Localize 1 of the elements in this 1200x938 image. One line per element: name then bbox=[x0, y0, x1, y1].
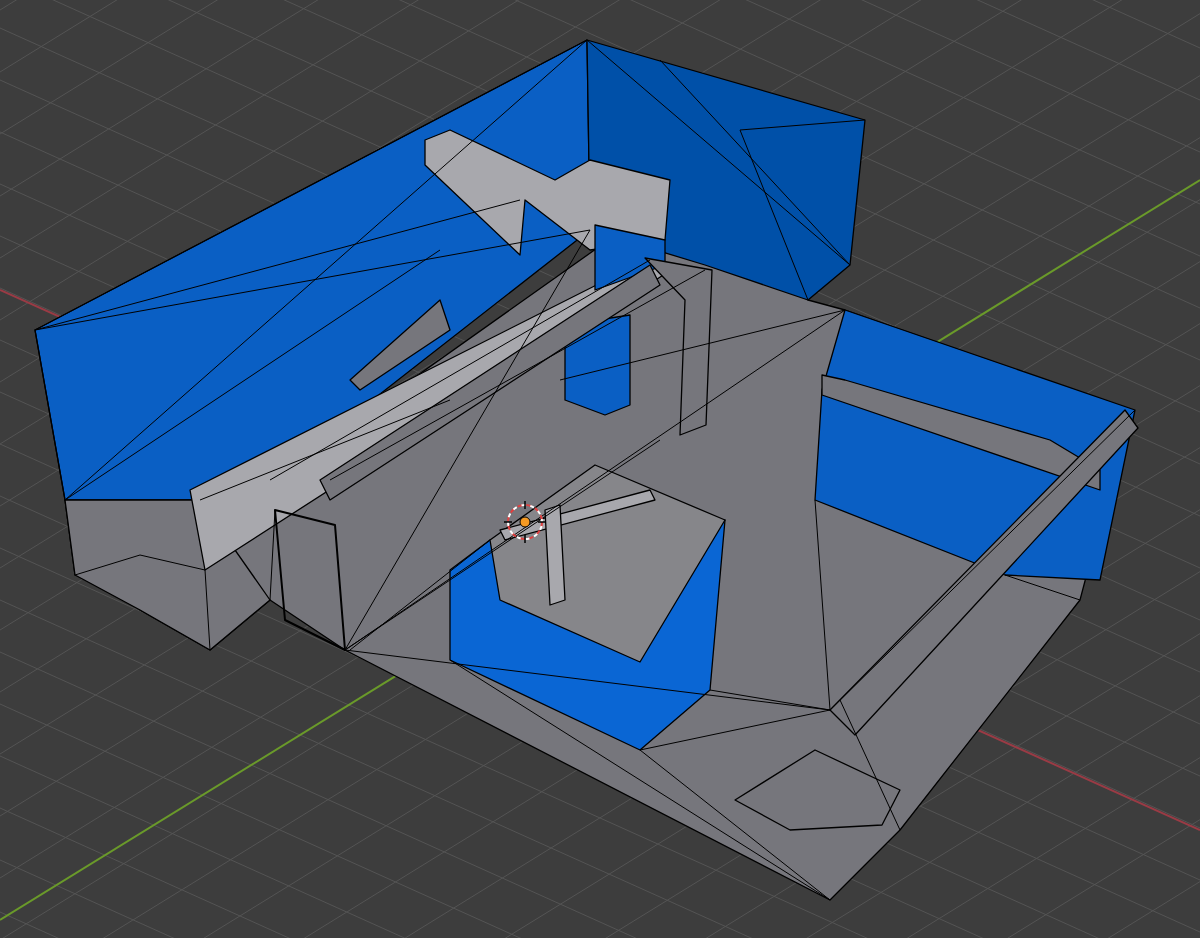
3d-cursor-icon[interactable] bbox=[503, 500, 547, 544]
